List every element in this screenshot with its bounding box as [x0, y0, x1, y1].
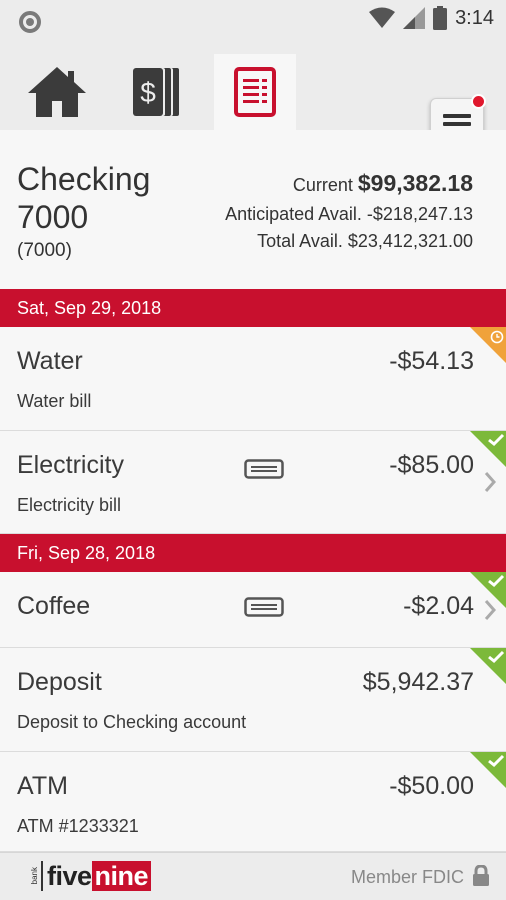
logo-divider — [41, 861, 43, 891]
transaction-amount: -$2.04 — [403, 592, 474, 620]
total-balance: Total Avail. $23,412,321.00 — [257, 231, 473, 252]
transaction-amount: -$85.00 — [389, 451, 474, 479]
transaction-title: Coffee — [17, 592, 91, 620]
transaction-amount: $5,942.37 — [362, 668, 474, 696]
transaction-title: Water — [17, 347, 83, 375]
account-name: Checking 7000 — [17, 161, 151, 235]
status-bar: 3:14 — [0, 0, 506, 42]
clock: 3:14 — [455, 6, 494, 29]
signal-icon — [403, 7, 426, 29]
account-summary: Checking 7000 (7000) Current $99,382.18 … — [0, 130, 506, 289]
transaction-row[interactable]: Coffee -$2.04 — [0, 572, 506, 648]
transaction-row[interactable]: Electricity Electricity bill -$85.00 — [0, 431, 506, 534]
logo-five-text: five — [47, 861, 92, 891]
svg-text:$: $ — [140, 77, 156, 108]
transaction-subtitle: Electricity bill — [17, 495, 122, 515]
account-number: (7000) — [17, 240, 72, 261]
current-value: $99,382.18 — [357, 170, 473, 196]
transaction-amount: -$50.00 — [389, 772, 474, 800]
total-label: Total Avail. — [257, 231, 343, 251]
date-header: Fri, Sep 28, 2018 — [0, 534, 506, 572]
transaction-subtitle: ATM #1233321 — [17, 816, 139, 836]
current-balance: Current $99,382.18 — [293, 170, 473, 197]
footer: bank five nine Member FDIC — [0, 852, 506, 900]
transaction-amount: -$54.13 — [389, 347, 474, 375]
anticipated-balance: Anticipated Avail. -$218,247.13 — [225, 204, 473, 225]
member-fdic-text: Member FDIC — [350, 867, 464, 887]
dollar-cards-icon: $ — [133, 68, 179, 116]
transaction-title: Electricity — [17, 451, 124, 479]
tab-home[interactable] — [16, 54, 98, 130]
transaction-title: ATM — [17, 772, 68, 800]
transaction-subtitle: Deposit to Checking account — [17, 712, 247, 732]
date-header: Sat, Sep 29, 2018 — [0, 289, 506, 327]
chevron-right-icon — [484, 472, 496, 492]
transaction-subtitle: Water bill — [17, 391, 92, 411]
clock-icon — [490, 330, 504, 344]
bank-logo: bank five nine — [30, 861, 152, 891]
card-icon — [244, 597, 284, 617]
wifi-icon — [369, 7, 396, 28]
check-icon — [488, 754, 505, 768]
tab-accounts[interactable]: $ — [115, 54, 197, 130]
logo-bank-text: bank — [30, 867, 39, 885]
transaction-row[interactable]: Deposit Deposit to Checking account $5,9… — [0, 648, 506, 752]
notification-dot-icon — [19, 11, 41, 33]
anticipated-label: Anticipated Avail. — [225, 204, 362, 224]
tab-activity[interactable] — [214, 54, 296, 130]
anticipated-value: -$218,247.13 — [366, 204, 473, 224]
current-label: Current — [292, 175, 353, 195]
card-icon — [244, 459, 284, 479]
status-icons: 3:14 — [369, 6, 494, 30]
check-icon — [488, 574, 505, 588]
notification-badge — [471, 94, 486, 109]
battery-icon — [433, 6, 448, 30]
transaction-row[interactable]: Water Water bill -$54.13 — [0, 327, 506, 431]
transaction-row[interactable]: ATM ATM #1233321 -$50.00 — [0, 752, 506, 852]
total-value: $23,412,321.00 — [347, 231, 473, 251]
logo-nine-text: nine — [91, 861, 152, 891]
home-icon — [28, 67, 86, 117]
top-nav: $ — [0, 42, 506, 150]
activity-list-icon — [234, 67, 276, 117]
lock-icon — [473, 865, 489, 886]
check-icon — [488, 650, 505, 664]
transaction-title: Deposit — [17, 668, 102, 696]
check-icon — [488, 433, 505, 447]
